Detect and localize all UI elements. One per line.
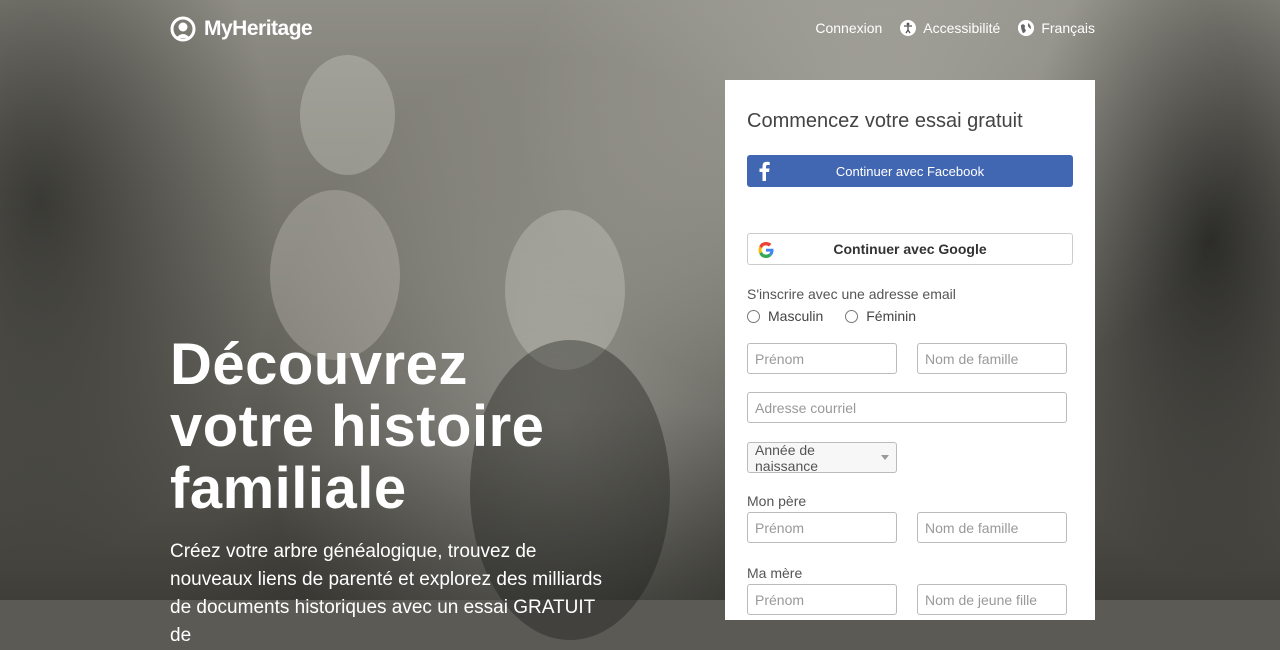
language-selector[interactable]: Français — [1018, 20, 1095, 36]
facebook-icon — [757, 161, 771, 181]
accessibility-label: Accessibilité — [923, 20, 1001, 36]
myheritage-logo-icon — [170, 16, 200, 42]
logo-text: MyHeritage — [204, 17, 313, 40]
birth-year-select[interactable]: Année de naissance — [747, 441, 897, 474]
gender-male-label: Masculin — [768, 308, 824, 324]
radio-circle[interactable] — [747, 309, 760, 323]
signup-panel: Commencez votre essai gratuit Continuer … — [725, 80, 1095, 620]
gender-female-label: Féminin — [866, 308, 917, 324]
father-first-name-input[interactable]: Prénom — [747, 512, 897, 543]
top-bar: MyHeritage Connexion Accessibilité Franç… — [0, 0, 1280, 60]
birth-year-value: Année de naissance — [755, 441, 819, 474]
accessibility-icon — [900, 20, 917, 36]
mother-label: Ma mère — [747, 565, 803, 581]
radio-circle[interactable] — [845, 309, 859, 323]
google-icon — [758, 242, 774, 258]
photo-figure-child — [300, 55, 395, 175]
google-signup-button[interactable]: Continuer avec Google — [747, 233, 1073, 265]
language-label: Français — [1041, 20, 1095, 36]
hero-section: Découvrez votre histoire familiale Créez… — [170, 334, 690, 650]
top-nav: Connexion Accessibilité Français — [815, 20, 1095, 36]
father-last-name-input[interactable]: Nom de famille — [917, 512, 1067, 543]
facebook-signup-button[interactable]: Continuer avec Facebook — [747, 155, 1073, 187]
gender-radio-group: Masculin Féminin — [747, 308, 916, 324]
first-name-input[interactable]: Prénom — [747, 343, 897, 374]
facebook-button-label: Continuer avec Facebook — [835, 163, 985, 179]
login-link[interactable]: Connexion — [815, 20, 882, 36]
hero-title-line-1: Découvrez — [170, 332, 468, 397]
globe-icon — [1018, 20, 1035, 36]
hero-subtitle: Créez votre arbre généalogique, trouvez … — [170, 541, 602, 646]
father-label: Mon père — [747, 493, 807, 509]
google-button-label: Continuer avec Google — [833, 241, 987, 257]
chevron-down-icon — [881, 455, 889, 460]
email-signup-label: S'inscrire avec une adresse email — [747, 286, 956, 302]
hero-title-line-3: familiale — [170, 456, 407, 521]
email-input[interactable]: Adresse courriel — [747, 392, 1067, 423]
hero-title-line-2: votre histoire — [170, 394, 545, 459]
hero-title: Découvrez votre histoire familiale — [170, 334, 690, 520]
accessibility-link[interactable]: Accessibilité — [900, 20, 1000, 36]
gender-female-radio[interactable]: Féminin — [845, 308, 916, 324]
logo[interactable]: MyHeritage — [170, 16, 313, 42]
last-name-input[interactable]: Nom de famille — [917, 343, 1067, 374]
signup-heading: Commencez votre essai gratuit — [747, 110, 1023, 132]
gender-male-radio[interactable]: Masculin — [747, 308, 823, 324]
